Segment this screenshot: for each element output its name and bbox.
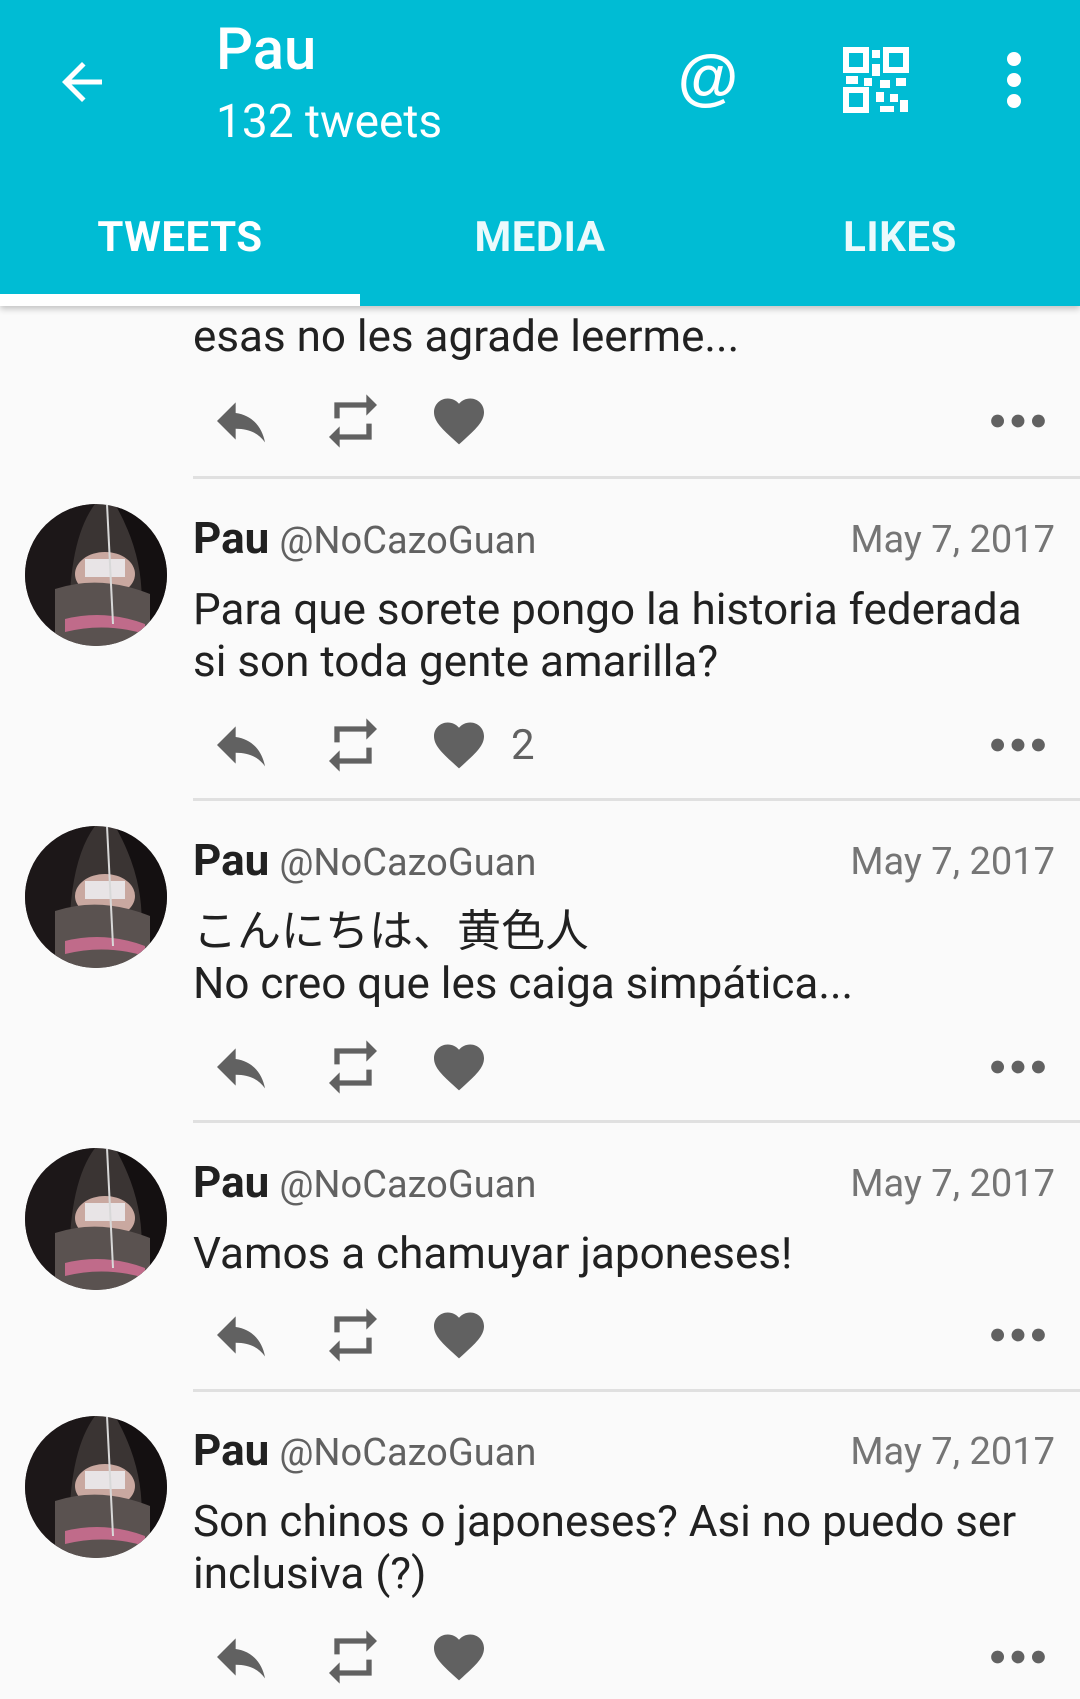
more-dots-icon bbox=[983, 1032, 1053, 1102]
svg-text:@: @ bbox=[678, 43, 738, 112]
avatar[interactable] bbox=[25, 1416, 167, 1558]
heart-icon bbox=[429, 1627, 489, 1687]
app-bar: Pau 132 tweets @ TWEETS MEDIA LIKES bbox=[0, 0, 1080, 306]
like-button[interactable] bbox=[429, 386, 489, 456]
more-dots-icon bbox=[983, 386, 1053, 456]
reply-button[interactable] bbox=[209, 710, 273, 780]
retweet-button[interactable] bbox=[321, 1300, 385, 1370]
author-handle: @NoCazoGuan bbox=[279, 1163, 537, 1207]
tweet-date: May 7, 2017 bbox=[850, 1162, 1055, 1206]
overflow-menu-icon bbox=[1007, 52, 1021, 108]
heart-icon bbox=[429, 391, 489, 451]
divider bbox=[193, 476, 1080, 479]
retweet-button[interactable] bbox=[321, 1622, 385, 1692]
tweet-actions bbox=[193, 1032, 1053, 1102]
retweet-button[interactable] bbox=[321, 710, 385, 780]
more-options-button[interactable] bbox=[983, 1032, 1053, 1102]
tab-tweets[interactable]: TWEETS bbox=[0, 186, 360, 306]
retweet-icon bbox=[321, 1303, 385, 1367]
tweet-actions bbox=[193, 1300, 1053, 1370]
tweet-header: Pau @NoCazoGuan May 7, 2017 bbox=[193, 1156, 1055, 1212]
author-name[interactable]: Pau bbox=[193, 1424, 269, 1476]
tweet-actions: 2 bbox=[193, 710, 1053, 780]
reply-icon bbox=[209, 389, 273, 453]
heart-icon bbox=[429, 1037, 489, 1097]
tweet-text: Para que sorete pongo la historia federa… bbox=[193, 583, 1022, 687]
more-options-button[interactable] bbox=[983, 386, 1053, 456]
avatar[interactable] bbox=[25, 1148, 167, 1290]
tweet-count: 132 tweets bbox=[216, 95, 443, 149]
tweet-actions bbox=[193, 386, 1053, 456]
heart-icon bbox=[429, 1305, 489, 1365]
author-handle: @NoCazoGuan bbox=[279, 1431, 537, 1475]
like-count: 2 bbox=[511, 720, 535, 770]
reply-icon bbox=[209, 713, 273, 777]
author-name[interactable]: Pau bbox=[193, 834, 269, 886]
tweet-text: こんにちは、黄色人 No creo que les caiga simpátic… bbox=[193, 905, 854, 1009]
qr-code-icon bbox=[843, 47, 909, 113]
more-dots-icon bbox=[983, 1622, 1053, 1692]
like-button[interactable] bbox=[429, 1300, 489, 1370]
heart-icon bbox=[429, 715, 489, 775]
reply-button[interactable] bbox=[209, 1032, 273, 1102]
avatar[interactable] bbox=[25, 504, 167, 646]
author-name[interactable]: Pau bbox=[193, 1156, 269, 1208]
qr-code-button[interactable] bbox=[836, 40, 916, 120]
reply-button[interactable] bbox=[209, 386, 273, 456]
more-dots-icon bbox=[983, 1300, 1053, 1370]
avatar[interactable] bbox=[25, 826, 167, 968]
author-handle: @NoCazoGuan bbox=[279, 841, 537, 885]
tweet-text: Vamos a chamuyar japoneses! bbox=[193, 1227, 793, 1279]
tab-media[interactable]: MEDIA bbox=[360, 186, 720, 306]
mention-button[interactable]: @ bbox=[668, 40, 748, 120]
tweet-text: Son chinos o japoneses? Asi no puedo ser… bbox=[193, 1495, 1017, 1599]
back-button[interactable] bbox=[52, 52, 112, 112]
retweet-icon bbox=[321, 389, 385, 453]
tweet-header: Pau @NoCazoGuan May 7, 2017 bbox=[193, 512, 1055, 568]
more-options-button[interactable] bbox=[983, 1300, 1053, 1370]
like-button[interactable]: 2 bbox=[429, 710, 535, 780]
retweet-icon bbox=[321, 1035, 385, 1099]
tweet-header: Pau @NoCazoGuan May 7, 2017 bbox=[193, 1424, 1055, 1480]
divider bbox=[193, 1120, 1080, 1123]
profile-name: Pau bbox=[216, 16, 317, 84]
more-dots-icon bbox=[983, 710, 1053, 780]
retweet-button[interactable] bbox=[321, 1032, 385, 1102]
reply-button[interactable] bbox=[209, 1622, 273, 1692]
overflow-menu-button[interactable] bbox=[974, 40, 1054, 120]
tweet-actions bbox=[193, 1622, 1053, 1692]
tweet-header: Pau @NoCazoGuan May 7, 2017 bbox=[193, 834, 1055, 890]
back-arrow-icon bbox=[62, 62, 102, 102]
reply-icon bbox=[209, 1035, 273, 1099]
tweet-date: May 7, 2017 bbox=[850, 840, 1055, 884]
retweet-icon bbox=[321, 1625, 385, 1689]
tweet-text: esas no les agrade leerme... bbox=[193, 310, 740, 362]
more-options-button[interactable] bbox=[983, 710, 1053, 780]
divider bbox=[193, 1389, 1080, 1392]
like-button[interactable] bbox=[429, 1032, 489, 1102]
at-sign-icon: @ bbox=[678, 43, 738, 112]
retweet-button[interactable] bbox=[321, 386, 385, 456]
reply-icon bbox=[209, 1625, 273, 1689]
reply-button[interactable] bbox=[209, 1300, 273, 1370]
author-name[interactable]: Pau bbox=[193, 512, 269, 564]
profile-tabs: TWEETS MEDIA LIKES bbox=[0, 186, 1080, 306]
tab-likes[interactable]: LIKES bbox=[720, 186, 1080, 306]
divider bbox=[193, 798, 1080, 801]
retweet-icon bbox=[321, 713, 385, 777]
author-handle: @NoCazoGuan bbox=[279, 519, 537, 563]
tweet-date: May 7, 2017 bbox=[850, 518, 1055, 562]
tweet-date: May 7, 2017 bbox=[850, 1430, 1055, 1474]
more-options-button[interactable] bbox=[983, 1622, 1053, 1692]
reply-icon bbox=[209, 1303, 273, 1367]
like-button[interactable] bbox=[429, 1622, 489, 1692]
active-tab-indicator bbox=[0, 294, 360, 306]
